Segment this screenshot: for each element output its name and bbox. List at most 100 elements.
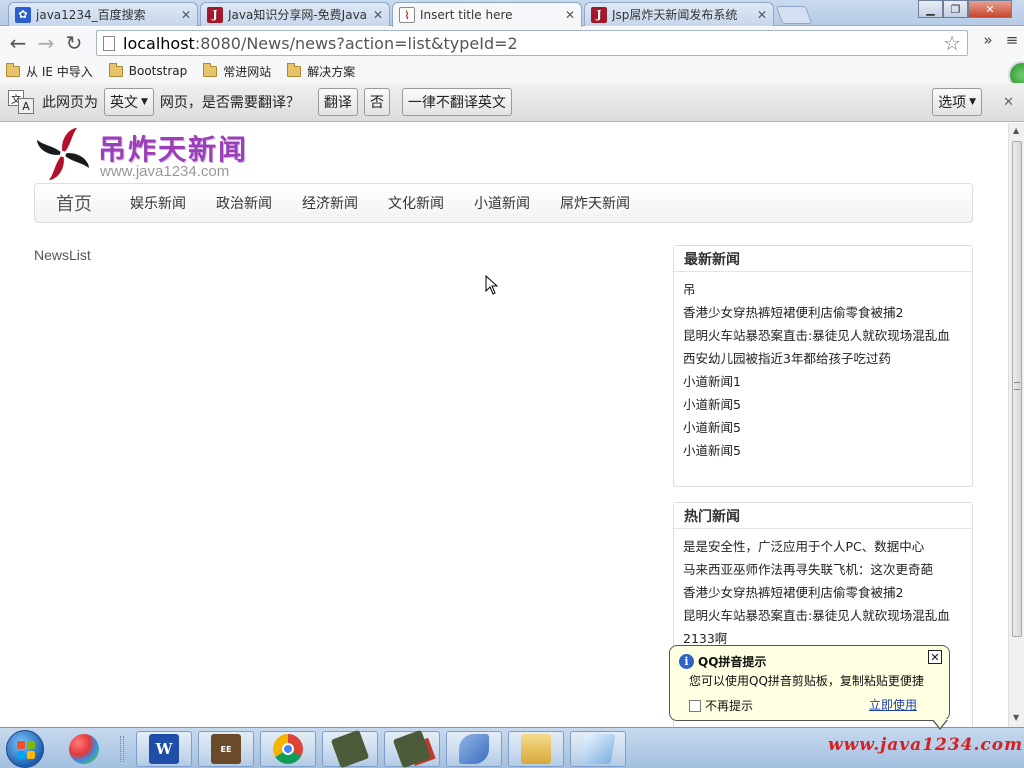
chrome-icon <box>273 734 303 764</box>
bookmark-import-ie[interactable]: 从 IE 中导入 <box>6 62 93 80</box>
taskbar-app-3[interactable] <box>570 731 626 767</box>
tab-java-share[interactable]: J Java知识分享网-免费Java ✕ <box>200 2 390 26</box>
pinwheel-logo-icon <box>37 128 89 180</box>
dolphin-icon <box>459 734 489 764</box>
tab-insert-title[interactable]: ⌇ Insert title here ✕ <box>392 2 582 27</box>
bookmarks-bar: 从 IE 中导入 Bootstrap 常进网站 解决方案 <box>0 59 1024 89</box>
bookmark-solutions[interactable]: 解决方案 <box>287 62 356 80</box>
java1234-j-icon: J <box>591 6 607 23</box>
explorer-folder-icon <box>521 734 551 764</box>
bookmark-label: 解决方案 <box>307 64 356 79</box>
latest-news-list: 吊 香港少女穿热裤短裙便利店偷零食被捕2 昆明火车站暴恐案直击:暴徒见人就砍现场… <box>674 272 972 462</box>
url-text[interactable]: localhost:8080/News/news?action=list&typ… <box>123 34 943 53</box>
folder-icon <box>287 62 302 77</box>
nav-home[interactable]: 首页 <box>56 190 92 216</box>
close-tab-icon[interactable]: ✕ <box>757 8 767 22</box>
close-tab-icon[interactable]: ✕ <box>181 8 191 22</box>
close-translate-icon[interactable]: ✕ <box>1003 95 1014 110</box>
mouse-pointer-icon <box>485 275 499 295</box>
menu-icon[interactable]: ≡ <box>1000 31 1024 49</box>
bookmark-label: 常进网站 <box>223 64 272 79</box>
news-link[interactable]: 小道新闻5 <box>683 439 963 462</box>
never-translate-button[interactable]: 一律不翻译英文 <box>401 88 512 116</box>
bookmark-common-sites[interactable]: 常进网站 <box>203 62 272 80</box>
tip-tail <box>932 719 948 730</box>
close-tip-icon[interactable]: ✕ <box>928 650 942 664</box>
panel-heading: 最新新闻 <box>674 246 972 272</box>
maximize-button[interactable]: ❐ <box>943 0 968 18</box>
tab-title: Java知识分享网-免费Java <box>228 8 368 22</box>
bookmark-star-icon[interactable]: ☆ <box>943 31 961 55</box>
scroll-down-icon[interactable]: ▼ <box>1013 713 1019 722</box>
tab-title: Jsp屌炸天新闻发布系统 <box>612 8 738 22</box>
news-link[interactable]: 昆明火车站暴恐案直击:暴徒见人就砍现场混乱血 <box>683 604 963 627</box>
bookmark-bootstrap[interactable]: Bootstrap <box>108 62 187 78</box>
latest-news-panel: 最新新闻 吊 香港少女穿热裤短裙便利店偷零食被捕2 昆明火车站暴恐案直击:暴徒见… <box>673 245 973 487</box>
taskbar-app-dolphin[interactable] <box>446 731 502 767</box>
overflow-chevron-icon[interactable]: » <box>976 31 1000 49</box>
taskbar-app-java-ee-ide[interactable]: EE <box>198 731 254 767</box>
nav-economy[interactable]: 经济新闻 <box>302 193 358 213</box>
app-icon <box>392 729 432 768</box>
checkbox-label: 不再提示 <box>705 699 754 713</box>
news-link[interactable]: 马来西亚巫师作法再寻失联飞机：这次更奇葩 <box>683 558 963 581</box>
forward-arrow-icon[interactable]: → <box>32 29 60 57</box>
new-tab-button[interactable] <box>775 6 813 24</box>
taskbar-app-1[interactable] <box>322 729 378 768</box>
use-now-link[interactable]: 立即使用 <box>869 696 917 713</box>
news-link[interactable]: 香港少女穿热裤短裙便利店偷零食被捕2 <box>683 301 963 324</box>
news-link[interactable]: 小道新闻1 <box>683 370 963 393</box>
scroll-up-icon[interactable]: ▲ <box>1013 126 1019 135</box>
checkbox-box[interactable] <box>689 699 701 712</box>
options-select[interactable]: 选项 ▼ <box>932 88 982 116</box>
dont-show-again-checkbox[interactable]: 不再提示 <box>689 697 753 714</box>
scrollbar-grip <box>1014 382 1020 390</box>
reload-icon[interactable]: ↻ <box>60 29 88 57</box>
dropdown-caret-icon: ▼ <box>141 97 148 107</box>
language-label: 英文 <box>110 95 138 111</box>
start-button[interactable] <box>6 730 44 768</box>
news-link[interactable]: 小道新闻5 <box>683 416 963 439</box>
nav-gossip[interactable]: 小道新闻 <box>474 193 530 213</box>
back-arrow-icon[interactable]: ← <box>4 29 32 57</box>
taskbar-app-windows-live[interactable] <box>56 731 112 767</box>
taskbar-app-explorer[interactable] <box>508 731 564 767</box>
site-logo[interactable]: 吊炸天新闻 www.java1234.com <box>34 125 254 183</box>
address-bar[interactable]: localhost:8080/News/news?action=list&typ… <box>96 30 968 56</box>
close-tab-icon[interactable]: ✕ <box>373 8 383 22</box>
logo-domain: www.java1234.com <box>100 163 230 180</box>
close-tab-icon[interactable]: ✕ <box>565 8 575 22</box>
nav-awesome[interactable]: 屌炸天新闻 <box>560 193 630 213</box>
taskbar-app-word[interactable]: W <box>136 731 192 767</box>
site-navbar: 首页 娱乐新闻 政治新闻 经济新闻 文化新闻 小道新闻 屌炸天新闻 <box>34 183 973 223</box>
news-link[interactable]: 昆明火车站暴恐案直击:暴徒见人就砍现场混乱血 <box>683 324 963 347</box>
taskbar-app-chrome[interactable] <box>260 731 316 767</box>
tip-body: 您可以使用QQ拼音剪贴板，复制粘贴更便捷 <box>689 674 924 688</box>
tab-jsp-news[interactable]: J Jsp屌炸天新闻发布系统 ✕ <box>584 2 774 26</box>
nav-entertainment[interactable]: 娱乐新闻 <box>130 193 186 213</box>
baidu-paw-icon: ✿ <box>15 6 31 23</box>
news-link[interactable]: 小道新闻5 <box>683 393 963 416</box>
logo-name: 吊炸天新闻 <box>98 133 249 166</box>
minimize-button[interactable]: ▁ <box>918 0 943 18</box>
news-link[interactable]: 吊 <box>683 278 963 301</box>
news-link[interactable]: 西安幼儿园被指近3年都给孩子吃过药 <box>683 347 963 370</box>
nav-culture[interactable]: 文化新闻 <box>388 193 444 213</box>
translate-button[interactable]: 翻译 <box>317 88 358 116</box>
page-scrollbar[interactable]: ▲ ▼ <box>1008 123 1024 727</box>
close-window-button[interactable]: ✕ <box>968 0 1012 18</box>
translate-question: 网页，是否需要翻译？ <box>159 95 300 111</box>
taskbar-grip <box>120 736 124 762</box>
tab-baidu-search[interactable]: ✿ java1234_百度搜索 ✕ <box>8 2 198 26</box>
url-host: localhost <box>123 33 195 53</box>
nav-politics[interactable]: 政治新闻 <box>216 193 272 213</box>
no-translate-button[interactable]: 否 <box>363 88 390 116</box>
news-link[interactable]: 是是安全性，广泛应用于个人PC、数据中心 <box>683 535 963 558</box>
folder-icon <box>108 62 123 77</box>
bookmark-label: 从 IE 中导入 <box>26 64 93 79</box>
taskbar-app-2[interactable] <box>384 729 440 768</box>
folder-icon <box>203 62 218 77</box>
qq-pinyin-tip: i QQ拼音提示 ✕ 您可以使用QQ拼音剪贴板，复制粘贴更便捷 不再提示 立即使… <box>669 645 950 730</box>
language-select[interactable]: 英文 ▼ <box>104 88 154 116</box>
news-link[interactable]: 香港少女穿热裤短裙便利店偷零食被捕2 <box>683 581 963 604</box>
